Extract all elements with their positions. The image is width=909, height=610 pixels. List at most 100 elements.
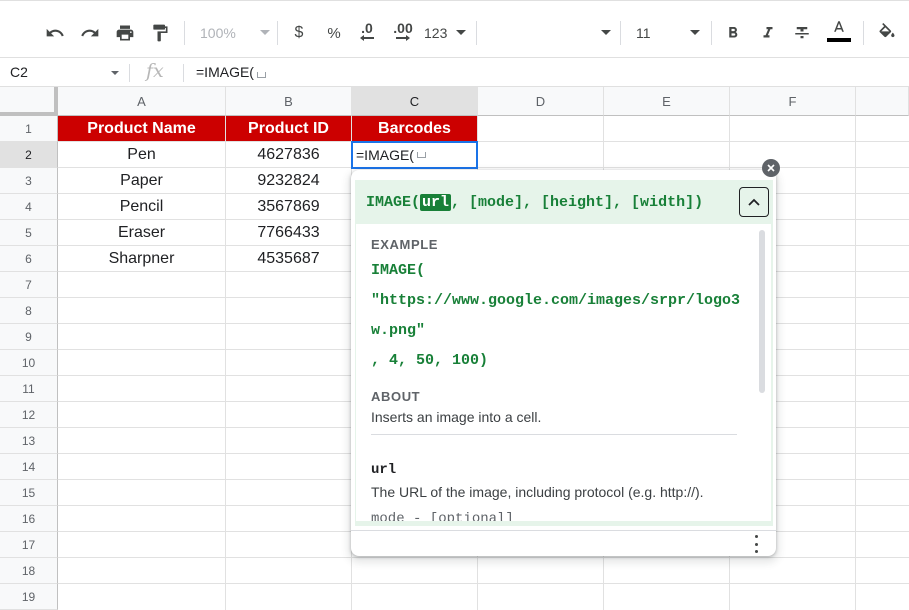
column-header-c[interactable]: C — [352, 87, 478, 116]
cell-b2[interactable]: 4627836 — [226, 142, 351, 167]
row-header[interactable]: 1 — [0, 116, 58, 142]
close-help-button[interactable] — [762, 159, 780, 177]
active-argument: url — [420, 193, 452, 211]
cell-c1[interactable]: Barcodes — [352, 116, 477, 141]
percent-icon: % — [327, 24, 341, 42]
gridline — [58, 557, 909, 558]
column-header-f[interactable]: F — [730, 87, 856, 116]
toolbar-divider — [476, 21, 477, 45]
cell-b3[interactable]: 9232824 — [226, 168, 351, 193]
formula-text: =IMAGE( — [196, 64, 254, 80]
formula-input[interactable]: =IMAGE( — [196, 64, 266, 80]
increase-decimal-label: .00 — [393, 20, 413, 36]
toolbar-divider — [863, 21, 864, 45]
font-family-select[interactable] — [485, 18, 611, 48]
text-color-swatch — [827, 37, 851, 42]
example-line: "https://www.google.com/images/srpr/logo… — [371, 292, 741, 309]
cell-a6[interactable]: Sharpner — [58, 246, 225, 271]
bold-button[interactable] — [721, 18, 745, 48]
row-header[interactable]: 7 — [0, 272, 58, 298]
font-size-value: 11 — [636, 25, 651, 41]
row-header[interactable]: 4 — [0, 194, 58, 220]
paint-format-button[interactable] — [146, 18, 174, 48]
chevron-down-icon — [690, 30, 700, 35]
row-header[interactable]: 10 — [0, 350, 58, 376]
redo-icon — [81, 28, 99, 37]
function-name: IMAGE( — [366, 193, 421, 211]
row-header[interactable]: 8 — [0, 298, 58, 324]
print-button[interactable] — [111, 18, 139, 48]
cell-b4[interactable]: 3567869 — [226, 194, 351, 219]
help-divider — [371, 434, 737, 435]
row-header[interactable]: 13 — [0, 428, 58, 454]
cell-a4[interactable]: Pencil — [58, 194, 225, 219]
chevron-up-icon — [748, 198, 760, 206]
cell-a3[interactable]: Paper — [58, 168, 225, 193]
gridline — [58, 583, 909, 584]
cell-b1[interactable]: Product ID — [226, 116, 351, 141]
text-color-icon — [834, 20, 844, 32]
row-header[interactable]: 15 — [0, 480, 58, 506]
font-size-select[interactable]: 11 — [636, 18, 700, 48]
column-header-b[interactable]: B — [226, 87, 352, 116]
select-all-corner[interactable] — [0, 87, 58, 116]
close-icon — [767, 164, 775, 172]
arrow-left-icon — [360, 35, 374, 41]
toolbar-divider — [184, 21, 185, 45]
redo-button[interactable] — [76, 18, 104, 48]
name-box-dropdown-icon[interactable] — [111, 71, 119, 75]
zoom-select[interactable]: 100% — [200, 18, 270, 48]
row-header[interactable]: 18 — [0, 558, 58, 584]
cell-a1[interactable]: Product Name — [58, 116, 225, 141]
toolbar-divider — [711, 21, 712, 45]
decrease-decimal-button[interactable]: .0 — [353, 16, 381, 46]
undo-icon — [46, 28, 64, 37]
percent-format-button[interactable]: % — [323, 18, 345, 48]
fill-color-button[interactable] — [874, 18, 900, 48]
cell-a5[interactable]: Eraser — [58, 220, 225, 245]
column-header-e[interactable]: E — [604, 87, 730, 116]
cell-a2[interactable]: Pen — [58, 142, 225, 167]
row-header[interactable]: 2 — [0, 142, 58, 168]
column-header-g[interactable] — [856, 87, 909, 116]
gridline — [855, 116, 856, 610]
row-header[interactable]: 5 — [0, 220, 58, 246]
active-cell-editor[interactable]: =IMAGE( — [351, 141, 478, 169]
more-formats-label: 123 — [424, 25, 448, 41]
row-header[interactable]: 11 — [0, 376, 58, 402]
italic-button[interactable] — [756, 18, 780, 48]
row-header[interactable]: 16 — [0, 506, 58, 532]
text-color-button[interactable] — [826, 15, 852, 45]
collapse-help-button[interactable] — [739, 187, 769, 217]
row-header[interactable]: 3 — [0, 168, 58, 194]
toolbar-divider — [620, 21, 621, 45]
column-header-d[interactable]: D — [478, 87, 604, 116]
popup-footer — [351, 530, 776, 556]
strikethrough-button[interactable] — [790, 18, 814, 48]
formula-bar: C2 fx =IMAGE( — [0, 57, 909, 87]
more-options-icon[interactable] — [752, 535, 760, 553]
row-header[interactable]: 17 — [0, 532, 58, 558]
row-header[interactable]: 12 — [0, 402, 58, 428]
argument-name: url — [371, 462, 397, 478]
row-header[interactable]: 9 — [0, 324, 58, 350]
scrollbar[interactable] — [759, 230, 765, 393]
row-header[interactable]: 6 — [0, 246, 58, 272]
name-box[interactable]: C2 — [10, 64, 28, 80]
row-header[interactable]: 14 — [0, 454, 58, 480]
cell-b5[interactable]: 7766433 — [226, 220, 351, 245]
chevron-down-icon — [601, 30, 611, 35]
strikethrough-icon — [795, 27, 809, 39]
example-label: EXAMPLE — [371, 237, 439, 252]
function-args: , [mode], [height], [width]) — [451, 193, 704, 211]
row-header[interactable]: 19 — [0, 584, 58, 610]
formula-help-panel: IMAGE(url, [mode], [height], [width]) EX… — [355, 180, 773, 526]
currency-format-button[interactable]: $ — [288, 18, 310, 48]
column-header-a[interactable]: A — [58, 87, 226, 116]
more-formats-button[interactable]: 123 — [424, 18, 466, 48]
undo-button[interactable] — [41, 18, 69, 48]
formula-help-body[interactable]: EXAMPLE IMAGE( "https://www.google.com/i… — [356, 224, 771, 521]
increase-decimal-button[interactable]: .00 — [388, 16, 418, 46]
cell-b6[interactable]: 4535687 — [226, 246, 351, 271]
space-marker-icon — [416, 152, 426, 158]
